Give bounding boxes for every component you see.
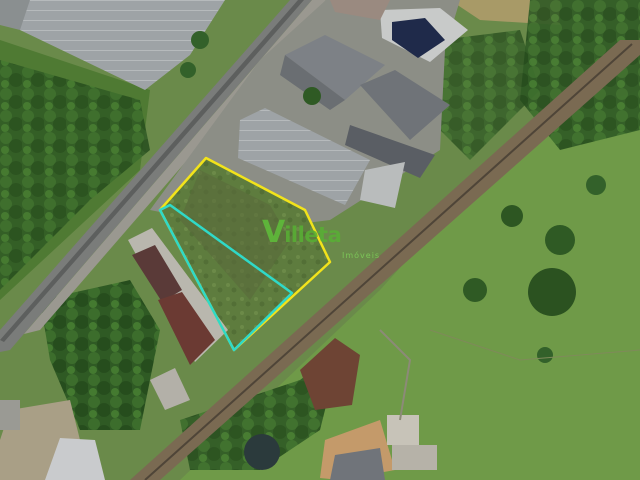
pond	[244, 434, 280, 470]
watermark-initial: V	[262, 215, 285, 250]
watermark-subtitle: Imóveis	[342, 251, 381, 260]
small-house	[387, 415, 419, 445]
watermark-logo: V illeta	[262, 215, 342, 250]
watermark-name: illeta	[284, 223, 342, 247]
satellite-map[interactable]: V illeta Imóveis	[0, 0, 640, 480]
